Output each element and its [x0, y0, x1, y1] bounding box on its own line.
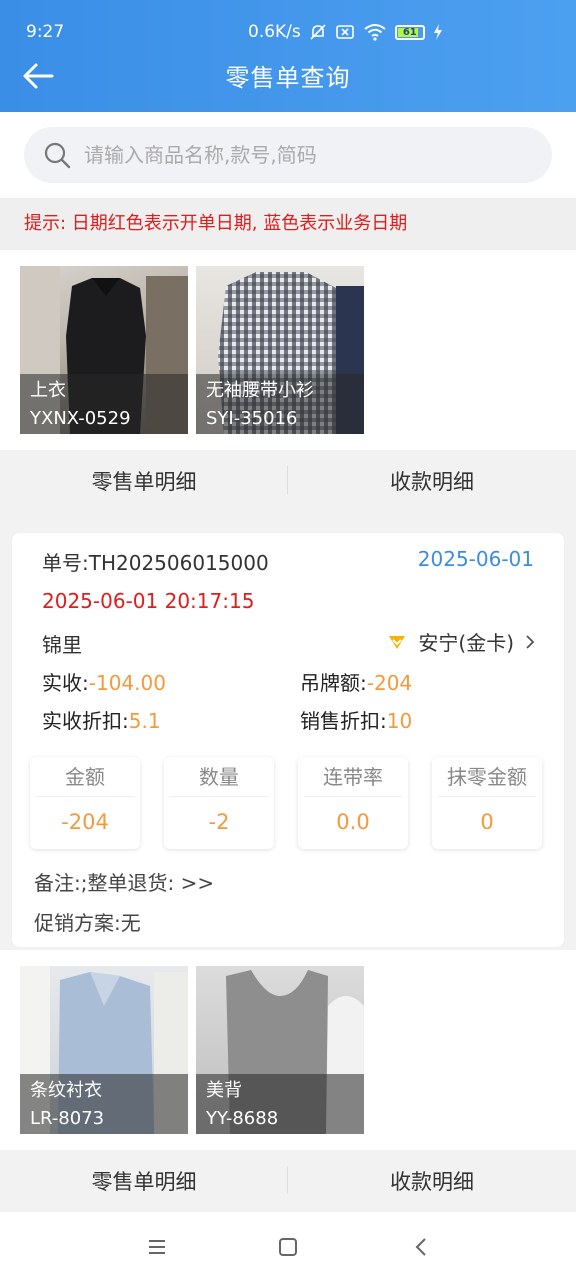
- tab-payment-detail[interactable]: 收款明细: [288, 466, 576, 496]
- store-name: 锦里: [42, 633, 82, 657]
- search-box[interactable]: [24, 127, 552, 183]
- search-bar: [0, 112, 576, 198]
- actual-discount: 实收折扣:5.1: [42, 709, 161, 733]
- back-icon[interactable]: [406, 1232, 436, 1262]
- charging-icon: [433, 24, 442, 40]
- chevron-right-icon: [526, 634, 535, 649]
- product-code: YY-8688: [206, 1108, 279, 1129]
- tag-amount: 吊牌额:-204: [300, 671, 413, 695]
- actual-discount-value: 5.1: [128, 709, 161, 733]
- product-code: SYI-35016: [206, 408, 298, 429]
- product-photos: 上衣 YXNX-0529 无袖腰带小衫 SYI-35016: [0, 250, 576, 450]
- tab-divider: [287, 1166, 288, 1194]
- nav-bar: 零售单查询: [0, 52, 576, 98]
- order-tabs: 零售单明细 收款明细: [0, 1150, 576, 1212]
- product-name: 条纹衬衣: [30, 1080, 102, 1101]
- product-name: 上衣: [30, 380, 66, 401]
- promotion: 促销方案:无: [34, 911, 141, 935]
- menu-icon[interactable]: [142, 1232, 172, 1262]
- tab-retail-detail[interactable]: 零售单明细: [0, 466, 288, 496]
- vip-diamond-icon: [389, 635, 406, 649]
- sales-discount: 销售折扣:10: [300, 709, 413, 733]
- product-caption: 美背 YY-8688: [196, 1074, 364, 1134]
- product-thumb[interactable]: 条纹衬衣 LR-8073: [20, 966, 188, 1134]
- system-nav-bar: [0, 1212, 576, 1280]
- product-photos: 条纹衬衣 LR-8073 美背 YY-8688: [0, 950, 576, 1150]
- app-header: 9:27 0.6K/s 61 零售单查询: [0, 0, 576, 112]
- product-thumb[interactable]: 美背 YY-8688: [196, 966, 364, 1134]
- battery-icon: 61: [394, 24, 425, 40]
- status-time: 9:27: [26, 22, 65, 42]
- tab-retail-detail[interactable]: 零售单明细: [0, 1166, 288, 1196]
- stat-quantity: 数量 -2: [164, 757, 274, 849]
- page-title: 零售单查询: [225, 64, 351, 92]
- mute-bell-icon: [310, 24, 326, 40]
- stat-rounding: 抹零金额 0: [432, 757, 542, 849]
- tab-payment-detail[interactable]: 收款明细: [288, 1166, 576, 1196]
- stat-amount: 金额 -204: [30, 757, 140, 849]
- home-icon[interactable]: [273, 1232, 303, 1262]
- product-caption: 无袖腰带小衫 SYI-35016: [196, 374, 364, 434]
- remark[interactable]: 备注:;整单退货: >>: [34, 867, 214, 896]
- product-name: 美背: [206, 1080, 242, 1101]
- stat-attach-rate: 连带率 0.0: [298, 757, 408, 849]
- order-card[interactable]: 单号:TH202506015000 2025-06-01 2025-06-01 …: [12, 533, 564, 947]
- product-code: LR-8073: [30, 1108, 105, 1129]
- tag-amount-value: -204: [366, 671, 413, 695]
- product-caption: 上衣 YXNX-0529: [20, 374, 188, 434]
- search-input[interactable]: [84, 127, 552, 183]
- wifi-icon: [364, 24, 386, 41]
- product-name: 无袖腰带小衫: [206, 380, 314, 401]
- product-thumb[interactable]: 无袖腰带小衫 SYI-35016: [196, 266, 364, 434]
- product-thumb[interactable]: 上衣 YXNX-0529: [20, 266, 188, 434]
- status-icons: 0.6K/s 61: [248, 22, 443, 42]
- product-code: YXNX-0529: [30, 408, 131, 429]
- actual-received: 实收:-104.00: [42, 671, 166, 695]
- sales-discount-value: 10: [386, 709, 413, 733]
- sim-off-icon: [335, 25, 354, 39]
- order-tabs: 零售单明细 收款明细: [0, 450, 576, 512]
- member-name: 安宁(金卡): [418, 631, 514, 655]
- product-caption: 条纹衬衣 LR-8073: [20, 1074, 188, 1134]
- status-bar: 9:27 0.6K/s 61: [0, 22, 576, 48]
- member-link[interactable]: 安宁(金卡): [386, 627, 536, 656]
- search-icon: [44, 142, 71, 169]
- order-number: 单号:TH202506015000: [42, 551, 269, 575]
- network-speed: 0.6K/s: [248, 22, 301, 42]
- business-date: 2025-06-01: [417, 547, 534, 571]
- tab-divider: [287, 466, 288, 494]
- actual-received-value: -104.00: [88, 671, 166, 695]
- date-color-tip: 提示: 日期红色表示开单日期, 蓝色表示业务日期: [0, 198, 576, 250]
- open-datetime: 2025-06-01 20:17:15: [42, 589, 255, 613]
